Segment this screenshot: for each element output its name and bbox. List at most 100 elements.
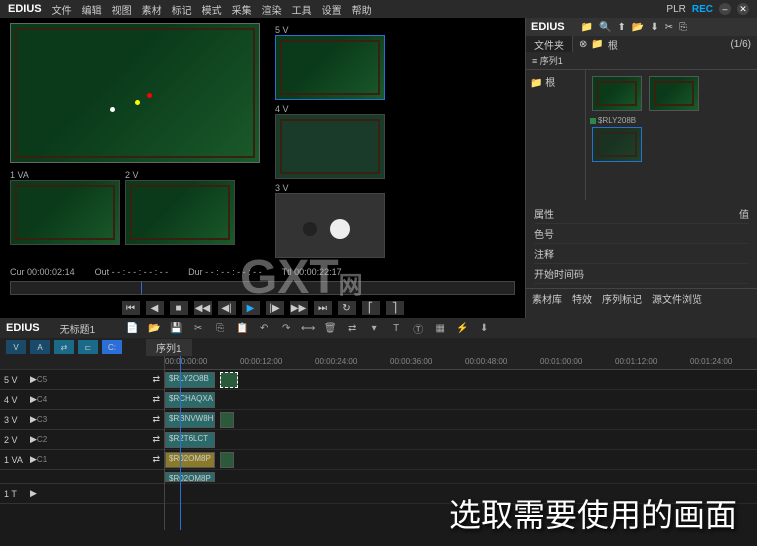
tl-render-icon[interactable]: ⚡ — [453, 320, 471, 336]
tl-new-icon[interactable]: 📄 — [123, 320, 141, 336]
tab-effects[interactable]: 特效 — [572, 291, 592, 306]
seq-label[interactable]: 序列1 — [540, 56, 563, 66]
menu-edit[interactable]: 编辑 — [82, 2, 102, 17]
mode-cursor[interactable]: C: — [102, 340, 122, 354]
close-button[interactable]: ✕ — [737, 3, 749, 15]
clip-2v[interactable]: $R2T6LCT — [165, 432, 215, 448]
tab-close-icon[interactable]: ⊗ — [579, 39, 587, 50]
clip-thumb-1[interactable] — [592, 76, 642, 111]
track-sync-icon[interactable]: ⇄ — [152, 374, 160, 385]
tl-text-icon[interactable]: T — [387, 320, 405, 336]
mode-insert[interactable]: ⇄ — [54, 340, 74, 354]
menu-file[interactable]: 文件 — [52, 2, 72, 17]
loop-button[interactable]: ↻ — [338, 301, 356, 315]
menu-tools[interactable]: 工具 — [292, 2, 312, 17]
frame-back-button[interactable]: ◀| — [218, 301, 236, 315]
clip-3v[interactable]: $RBNVW8H — [165, 412, 215, 428]
tab-seq-markers[interactable]: 序列标记 — [602, 291, 642, 306]
ttl-time: 00:00:22:17 — [294, 267, 342, 277]
time-ruler[interactable]: 00:00:00:00 00:00:12:00 00:00:24:00 00:0… — [165, 356, 757, 370]
rewind-button[interactable]: ◀◀ — [194, 301, 212, 315]
menu-settings[interactable]: 设置 — [322, 2, 342, 17]
new-folder-icon[interactable]: 📂 — [632, 22, 644, 33]
tl-title-icon[interactable]: Ⓣ — [409, 320, 427, 336]
stop-button[interactable]: ■ — [170, 301, 188, 315]
tl-delete-icon[interactable]: 🗑 — [321, 320, 339, 336]
mode-overwrite[interactable]: ⊏ — [78, 340, 98, 354]
monitor-4v[interactable] — [275, 114, 385, 179]
menu-capture[interactable]: 采集 — [232, 2, 252, 17]
clip-1va-thumb[interactable] — [220, 452, 234, 468]
export-icon[interactable]: ⬇ — [650, 22, 658, 33]
tl-seq-tab[interactable]: 序列1 — [146, 339, 192, 356]
tl-tab-untitled[interactable]: 无标题1 — [60, 321, 96, 336]
tl-color-icon[interactable]: ▦ — [431, 320, 449, 336]
menu-clip[interactable]: 素材 — [142, 2, 162, 17]
search-icon[interactable]: 🔍 — [599, 22, 611, 33]
next-clip-button[interactable]: ⏭ — [314, 301, 332, 315]
track-1va[interactable]: 1 VA — [0, 455, 30, 465]
folder-tab[interactable]: 文件夹 — [526, 36, 573, 52]
menu-help[interactable]: 帮助 — [352, 2, 372, 17]
frame-fwd-button[interactable]: |▶ — [266, 301, 284, 315]
tl-open-icon[interactable]: 📂 — [145, 320, 163, 336]
menu-view[interactable]: 视图 — [112, 2, 132, 17]
out-time: - - : - - : - - : - - — [112, 267, 168, 277]
prev-clip-button[interactable]: ⏮ — [122, 301, 140, 315]
menu-mode[interactable]: 模式 — [202, 2, 222, 17]
tl-save-icon[interactable]: 💾 — [167, 320, 185, 336]
tree-root[interactable]: 📁 根 — [530, 74, 581, 89]
tl-redo-icon[interactable]: ↷ — [277, 320, 295, 336]
bin-panel: EDIUS 📁 🔍 ⬆ 📂 ⬇ ✂ ⎘ 文件夹 ⊗ 📁 根 (1/6) ≡ 序列… — [525, 18, 757, 318]
tl-copy-icon[interactable]: ⎘ — [211, 320, 229, 336]
tab-source-browse[interactable]: 源文件浏览 — [652, 291, 702, 306]
mode-v[interactable]: V — [6, 340, 26, 354]
menu-marker[interactable]: 标记 — [172, 2, 192, 17]
fastfwd-button[interactable]: ▶▶ — [290, 301, 308, 315]
tl-paste-icon[interactable]: 📋 — [233, 320, 251, 336]
tl-ripple-icon[interactable]: ⇄ — [343, 320, 361, 336]
clip-thumb-3[interactable] — [592, 127, 642, 162]
main-monitor[interactable]: 主机位 — [10, 23, 260, 163]
monitor-4v-label: 4 V — [275, 104, 385, 114]
clip-5v[interactable]: $RLY2O8B — [165, 372, 215, 388]
tl-cut-icon[interactable]: ✂ — [189, 320, 207, 336]
monitor-3v[interactable] — [275, 193, 385, 258]
bin-page: (1/6) — [730, 39, 751, 50]
mark-out-button[interactable]: ⎤ — [386, 301, 404, 315]
minimize-button[interactable]: – — [719, 3, 731, 15]
track-4v[interactable]: 4 V — [0, 395, 30, 405]
play-button[interactable]: ▶ — [242, 301, 260, 315]
clip-3v-thumb[interactable] — [220, 412, 234, 428]
mode-a[interactable]: A — [30, 340, 50, 354]
track-5v[interactable]: 5 V — [0, 375, 30, 385]
tab-library[interactable]: 素材库 — [532, 291, 562, 306]
tl-marker-icon[interactable]: ▾ — [365, 320, 383, 336]
monitor-2v[interactable] — [125, 180, 235, 245]
folder-icon[interactable]: 📁 — [581, 22, 593, 33]
copy-icon[interactable]: ⎘ — [679, 22, 687, 33]
step-back-button[interactable]: ◀ — [146, 301, 164, 315]
track-3v[interactable]: 3 V — [0, 415, 30, 425]
track-2v[interactable]: 2 V — [0, 435, 30, 445]
up-folder-icon[interactable]: ⬆ — [618, 22, 626, 33]
clip-4v[interactable]: $RCHAQXA — [165, 392, 215, 408]
mark-in-button[interactable]: ⎡ — [362, 301, 380, 315]
dur-time: - - : - - : - - : - - — [205, 267, 261, 277]
timeline-scrubber[interactable] — [10, 281, 515, 295]
clip-thumb-2[interactable] — [649, 76, 699, 111]
cut-icon[interactable]: ✂ — [665, 22, 673, 33]
tl-split-icon[interactable]: ⟷ — [299, 320, 317, 336]
clip-5v-thumb[interactable] — [220, 372, 238, 388]
tl-undo-icon[interactable]: ↶ — [255, 320, 273, 336]
tl-export-icon[interactable]: ⬇ — [475, 320, 493, 336]
clip-name[interactable]: $RLY208B — [598, 116, 636, 125]
clip-1va-audio[interactable]: $R02OM8P — [165, 472, 215, 482]
clip-1va[interactable]: $R02OM8P — [165, 452, 215, 468]
playhead[interactable] — [180, 356, 181, 530]
monitor-5v[interactable] — [275, 35, 385, 100]
menu-render[interactable]: 渲染 — [262, 2, 282, 17]
track-1t[interactable]: 1 T — [0, 489, 30, 499]
monitor-1va[interactable] — [10, 180, 120, 245]
bin-root-label[interactable]: 根 — [608, 37, 618, 52]
